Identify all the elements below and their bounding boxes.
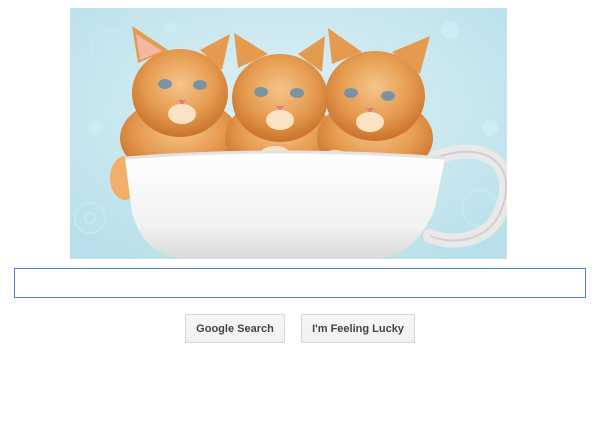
search-box[interactable] xyxy=(14,268,586,298)
kittens-teacup-image xyxy=(70,8,507,259)
feeling-lucky-button[interactable]: I'm Feeling Lucky xyxy=(301,314,415,343)
search-page: Google Search I'm Feeling Lucky xyxy=(0,0,602,438)
google-search-button[interactable]: Google Search xyxy=(185,314,285,343)
search-input[interactable] xyxy=(15,269,585,297)
